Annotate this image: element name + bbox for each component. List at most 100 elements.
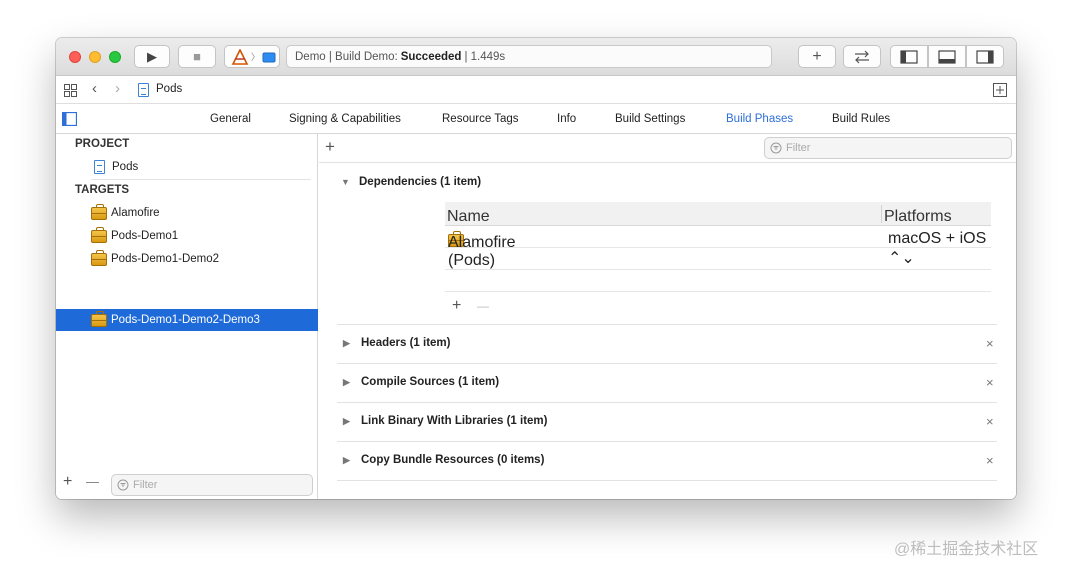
divider: [91, 179, 311, 180]
disclosure-closed-icon[interactable]: ▶: [343, 455, 353, 466]
filter-icon: [117, 479, 129, 491]
delete-phase-button[interactable]: ×: [986, 453, 994, 468]
filter-icon: [770, 142, 782, 154]
watermark: @稀土掘金技术社区: [894, 541, 1039, 558]
close-window-button[interactable]: [69, 51, 81, 63]
disclosure-open-icon[interactable]: ▼: [341, 177, 351, 187]
dependencies-table-body: Name Platforms Alamofire (Pods) macOS + …: [445, 202, 991, 292]
disclosure-closed-icon[interactable]: ▶: [343, 377, 353, 388]
bottom-panel-icon: [938, 49, 956, 64]
target-item-pods-demo1[interactable]: Pods-Demo1: [56, 225, 318, 247]
framework-icon: [91, 226, 107, 243]
code-review-button[interactable]: [843, 45, 881, 68]
toggle-debug-area-button[interactable]: [928, 45, 966, 68]
phase-title: Link Binary With Libraries (1 item): [361, 415, 548, 427]
headers-phase-header[interactable]: ▶ Headers (1 item): [343, 337, 450, 349]
add-target-button[interactable]: +: [63, 473, 72, 491]
jump-bar: ‹ › Pods: [56, 76, 1016, 104]
target-item-alamofire[interactable]: Alamofire: [56, 202, 318, 224]
dependencies-table-header: Name Platforms: [445, 202, 991, 226]
divider: [337, 441, 997, 442]
tab-build-rules[interactable]: Build Rules: [832, 113, 890, 125]
toggle-inspector-button[interactable]: [966, 45, 1004, 68]
tab-info[interactable]: Info: [557, 113, 576, 125]
activity-status: Succeeded: [400, 50, 462, 63]
project-section-header: PROJECT: [75, 138, 130, 150]
tab-signing-capabilities[interactable]: Signing & Capabilities: [289, 113, 401, 125]
grid-icon[interactable]: [64, 84, 77, 97]
divider: [337, 480, 997, 481]
column-platforms[interactable]: Platforms: [884, 208, 952, 226]
copy-bundle-resources-phase-header[interactable]: ▶ Copy Bundle Resources (0 items): [343, 454, 544, 466]
remove-dependency-button[interactable]: —: [477, 299, 489, 313]
play-icon: ▶: [147, 48, 157, 64]
breadcrumb[interactable]: Pods: [156, 83, 182, 95]
divider: [337, 363, 997, 364]
dependencies-phase-header[interactable]: ▼ Dependencies (1 item): [341, 176, 481, 188]
toolbar: ▶ ■ 〉 Demo | Build Demo: Succeeded | 1.4…: [56, 38, 1016, 76]
empty-row: [445, 248, 991, 270]
add-dependency-button[interactable]: +: [452, 297, 461, 315]
framework-icon: [91, 203, 107, 220]
tab-build-phases[interactable]: Build Phases: [726, 113, 793, 125]
project-item-label: Pods: [112, 161, 139, 173]
stop-icon: ■: [193, 49, 201, 64]
target-label: Pods-Demo1: [111, 230, 179, 242]
link-binary-phase-header[interactable]: ▶ Link Binary With Libraries (1 item): [343, 415, 548, 427]
target-label: Pods-Demo1-Demo2: [111, 253, 220, 265]
project-file-icon: [94, 160, 105, 174]
project-target-sidebar: PROJECT Pods TARGETS Alamofire Pods-Demo…: [56, 134, 318, 499]
disclosure-closed-icon[interactable]: ▶: [343, 416, 353, 427]
left-panel-icon: [900, 49, 918, 64]
divider: [337, 402, 997, 403]
plus-icon: +: [812, 47, 822, 65]
target-label: Alamofire: [111, 207, 160, 219]
divider: [337, 324, 997, 325]
stop-button[interactable]: ■: [178, 45, 216, 68]
toggle-navigator-button[interactable]: [890, 45, 928, 68]
tab-build-settings[interactable]: Build Settings: [615, 113, 685, 125]
project-item-pods[interactable]: Pods: [56, 156, 318, 178]
compile-sources-phase-header[interactable]: ▶ Compile Sources (1 item): [343, 376, 499, 388]
add-editor-icon[interactable]: [993, 83, 1007, 97]
sidebar-footer: + — Filter: [56, 470, 318, 498]
minimize-window-button[interactable]: [89, 51, 101, 63]
framework-icon: [91, 249, 107, 266]
swap-arrows-icon: [855, 50, 869, 63]
delete-phase-button[interactable]: ×: [986, 375, 994, 390]
forward-arrow-icon[interactable]: ›: [115, 80, 120, 97]
column-separator: [881, 205, 882, 223]
phase-title: Compile Sources (1 item): [361, 376, 500, 388]
target-item-pods-demo1-demo2-demo3[interactable]: Pods-Demo1-Demo2-Demo3: [56, 309, 318, 331]
sidebar-filter-field[interactable]: Filter: [111, 474, 313, 496]
framework-icon: [91, 310, 107, 327]
activity-viewer: Demo | Build Demo: Succeeded | 1.449s: [286, 45, 772, 68]
chevron-right-icon: 〉: [251, 52, 261, 62]
activity-duration: | 1.449s: [464, 50, 506, 63]
phase-filter-field[interactable]: Filter: [764, 137, 1012, 159]
back-arrow-icon[interactable]: ‹: [92, 80, 97, 97]
column-name[interactable]: Name: [447, 208, 490, 226]
remove-target-button[interactable]: —: [86, 474, 99, 489]
scheme-selector[interactable]: 〉: [224, 45, 280, 68]
library-button[interactable]: +: [798, 45, 836, 68]
target-item-pods-demo1-demo2[interactable]: Pods-Demo1-Demo2: [56, 248, 318, 270]
device-icon: [262, 52, 276, 62]
empty-row: [445, 270, 991, 292]
build-phases-editor: + Filter ▼ Dependencies (1 item): [319, 134, 1016, 499]
phase-title: Dependencies (1 item): [359, 176, 482, 188]
add-build-phase-button[interactable]: +: [325, 137, 335, 157]
disclosure-closed-icon[interactable]: ▶: [343, 338, 353, 349]
phase-title: Headers (1 item): [361, 337, 451, 349]
target-label: Pods-Demo1-Demo2-Demo3: [111, 314, 260, 326]
tab-general[interactable]: General: [210, 113, 251, 125]
tab-resource-tags[interactable]: Resource Tags: [442, 113, 519, 125]
hide-outline-icon[interactable]: [62, 112, 77, 126]
delete-phase-button[interactable]: ×: [986, 414, 994, 429]
targets-section-header: TARGETS: [75, 184, 130, 196]
dependency-row[interactable]: Alamofire (Pods) macOS + iOS ⌃⌄: [445, 226, 991, 269]
project-file-icon: [138, 83, 149, 97]
run-button[interactable]: ▶: [134, 45, 170, 68]
zoom-window-button[interactable]: [109, 51, 121, 63]
delete-phase-button[interactable]: ×: [986, 336, 994, 351]
